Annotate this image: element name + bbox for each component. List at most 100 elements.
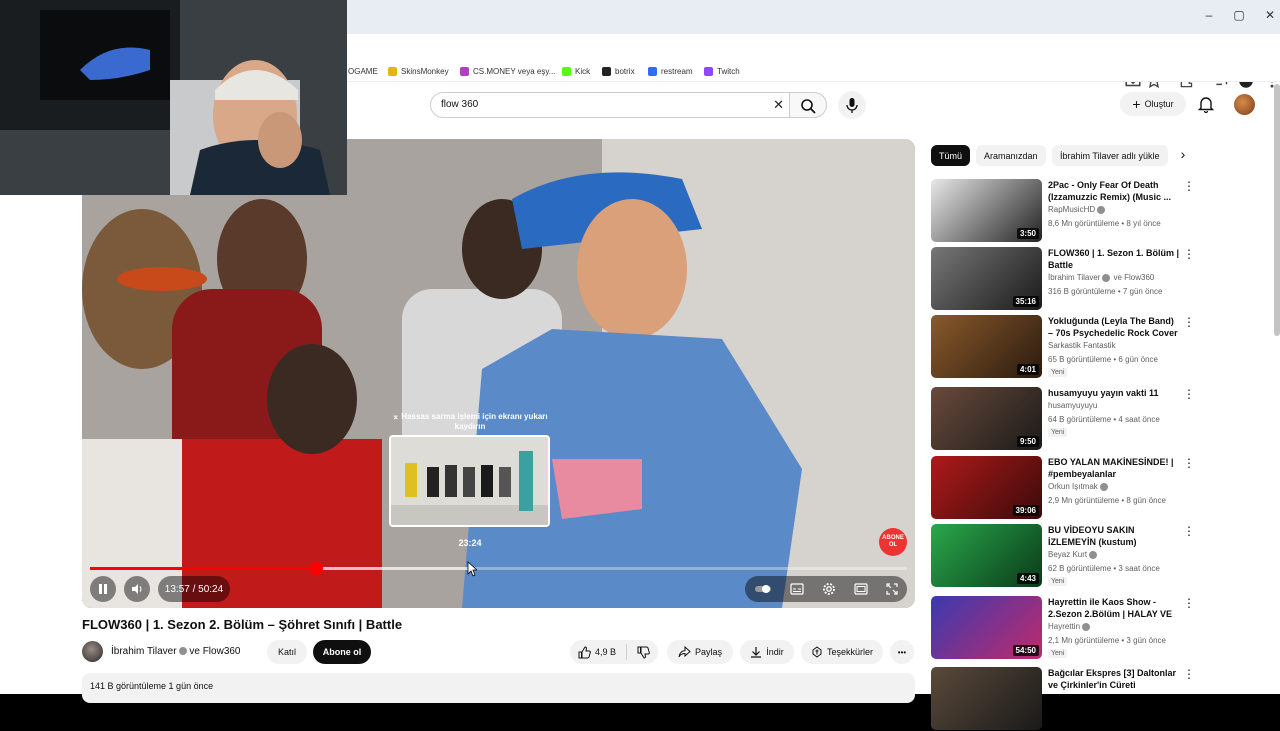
fullscreen-icon[interactable] [886, 583, 898, 595]
voice-search-button[interactable] [838, 91, 866, 119]
verified-icon [178, 647, 187, 656]
autoplay-toggle-icon[interactable] [754, 583, 772, 595]
mute-button[interactable] [124, 576, 150, 602]
recommendation-title[interactable]: Bağcılar Ekspres [3] Daltonlar ve Çirkin… [1048, 667, 1181, 691]
more-actions-button[interactable]: ••• [890, 640, 914, 664]
chevron-right-icon[interactable]: › [1174, 146, 1192, 166]
recommendation-channel[interactable]: İbrahim Tilaver ve Flow360 [1048, 273, 1154, 282]
bookmark-favicon-icon [460, 67, 469, 76]
recommendation-thumbnail[interactable]: 54:50 [931, 596, 1042, 659]
recommendation-thumbnail[interactable]: 9:50 [931, 387, 1042, 450]
recommendation-menu-icon[interactable]: ⋮ [1183, 667, 1195, 681]
channel-avatar[interactable] [82, 641, 103, 662]
recommendation-title[interactable]: Yokluğunda (Leyla The Band) – 70s Psyche… [1048, 315, 1181, 339]
search-box[interactable]: flow 360 ✕ [430, 92, 790, 118]
settings-gear-icon[interactable] [822, 582, 836, 596]
recommendation-item[interactable]: 4:01 Yokluğunda (Leyla The Band) – 70s Ps… [931, 315, 1195, 379]
channel-name[interactable]: İbrahim Tilaver ve Flow360 [111, 646, 241, 657]
recommendation-channel[interactable]: Hayrettin [1048, 622, 1091, 631]
recommendation-title[interactable]: husamyuyu yayın vakti 11 [1048, 387, 1181, 399]
duration-badge: 35:16 [1012, 296, 1039, 307]
bookmark-favicon-icon [602, 67, 611, 76]
recommendation-channel[interactable]: RapMusicHD [1048, 205, 1106, 214]
subscribe-watermark-badge[interactable]: ABONE OL [879, 528, 907, 556]
pause-button[interactable] [90, 576, 116, 602]
chip-from-search[interactable]: Aramanızdan [976, 145, 1046, 166]
recommendation-item[interactable]: 3:50 2Pac - Only Fear Of Death (Izzamuzzi… [931, 179, 1195, 243]
recommendation-item[interactable]: 54:50 Hayrettin ile Kaos Show - 2.Sezon 2… [931, 596, 1195, 660]
recommendation-title[interactable]: BU VİDEOYU SAKIN İZLEMEYİN (kustum) [1048, 524, 1181, 548]
recommendation-menu-icon[interactable]: ⋮ [1183, 315, 1195, 329]
recommendation-menu-icon[interactable]: ⋮ [1183, 179, 1195, 193]
recommendation-thumbnail[interactable]: 3:50 [931, 179, 1042, 242]
progress-played [90, 567, 317, 570]
bookmark-item[interactable]: Twitch [704, 67, 740, 76]
recommendation-item[interactable]: Bağcılar Ekspres [3] Daltonlar ve Çirkin… [931, 667, 1195, 731]
close-window-button[interactable]: ✕ [1256, 8, 1280, 22]
mouse-cursor-icon [467, 561, 477, 577]
chip-all[interactable]: Tümü [931, 145, 971, 166]
thanks-button[interactable]: Teşekkürler [801, 640, 883, 664]
create-button[interactable]: + Oluştur [1120, 92, 1186, 116]
recommendation-thumbnail[interactable]: 4:43 [931, 524, 1042, 587]
bookmark-favicon-icon [562, 67, 571, 76]
download-label: İndir [766, 647, 784, 657]
bookmark-item[interactable]: CS.MONEY veya eşy... [460, 67, 555, 76]
recommendation-menu-icon[interactable]: ⋮ [1183, 456, 1195, 470]
subtitles-icon[interactable] [790, 583, 804, 595]
recommendation-title[interactable]: 2Pac - Only Fear Of Death (Izzamuzzic Re… [1048, 179, 1181, 203]
bookmark-label: botrix [615, 67, 635, 76]
search-button[interactable] [789, 92, 827, 118]
like-button[interactable]: 4,9 B [578, 645, 616, 659]
channel-suffix[interactable]: ve Flow360 [189, 646, 240, 657]
recommendation-item[interactable]: 39:06 EBO YALAN MAKİNESİNDE! | #pembeyala… [931, 456, 1195, 520]
subscribe-button[interactable]: Abone ol [313, 640, 371, 664]
recommendation-menu-icon[interactable]: ⋮ [1183, 387, 1195, 401]
recommendation-title[interactable]: Hayrettin ile Kaos Show - 2.Sezon 2.Bölü… [1048, 596, 1181, 620]
recommendation-menu-icon[interactable]: ⋮ [1183, 524, 1195, 538]
account-avatar[interactable] [1234, 94, 1255, 115]
verified-icon [1082, 622, 1091, 631]
clear-search-icon[interactable]: ✕ [773, 97, 784, 113]
bookmark-item[interactable]: botrix [602, 67, 635, 76]
join-button[interactable]: Katıl [267, 640, 307, 664]
share-button[interactable]: Paylaş [667, 640, 733, 664]
recommendation-item[interactable]: 35:16 FLOW360 | 1. Sezon 1. Bölüm | Battl… [931, 247, 1195, 311]
recommendation-thumbnail[interactable] [931, 667, 1042, 730]
bookmark-item[interactable]: OGAME [348, 67, 378, 76]
recommendation-thumbnail[interactable]: 35:16 [931, 247, 1042, 310]
recommendation-menu-icon[interactable]: ⋮ [1183, 596, 1195, 610]
recommendation-thumbnail[interactable]: 4:01 [931, 315, 1042, 378]
download-button[interactable]: İndir [740, 640, 794, 664]
thumbs-down-icon[interactable] [637, 646, 650, 659]
recommendation-channel-name: husamyuyuyu [1048, 401, 1098, 410]
verified-icon [1099, 482, 1108, 491]
notifications-bell-icon[interactable] [1196, 94, 1216, 114]
webcam-feed [0, 0, 347, 195]
recommendation-channel[interactable]: Sarkastik Fantastik [1048, 341, 1116, 350]
maximize-button[interactable]: ▢ [1225, 8, 1253, 22]
bookmark-item[interactable]: restream [648, 67, 693, 76]
bookmark-item[interactable]: SkinsMonkey [388, 67, 449, 76]
bookmark-favicon-icon [704, 67, 713, 76]
recommendation-item[interactable]: 9:50 husamyuyu yayın vakti 11 husamyuyuyu 6… [931, 387, 1195, 451]
description-box[interactable]: 141 B görüntüleme 1 gün önce [82, 673, 915, 703]
chip-channel-uploads[interactable]: İbrahim Tilaver adlı yükle [1052, 145, 1168, 166]
progress-bar[interactable] [90, 562, 907, 575]
theater-mode-icon[interactable] [854, 583, 868, 595]
recommendation-channel[interactable]: Orkun Işıtmak [1048, 482, 1108, 491]
player-right-controls [745, 576, 907, 602]
duration-badge: 4:43 [1016, 573, 1039, 584]
recommendation-menu-icon[interactable]: ⋮ [1183, 247, 1195, 261]
recommendation-thumbnail[interactable]: 39:06 [931, 456, 1042, 519]
minimize-button[interactable]: – [1195, 8, 1223, 22]
bookmark-item[interactable]: Kick [562, 67, 590, 76]
recommendation-item[interactable]: 4:43 BU VİDEOYU SAKIN İZLEMEYİN (kustum) B… [931, 524, 1195, 588]
recommendation-title[interactable]: EBO YALAN MAKİNESİNDE! | #pembeyalanlar [1048, 456, 1181, 480]
recommendation-title[interactable]: FLOW360 | 1. Sezon 1. Bölüm | Battle [1048, 247, 1181, 271]
recommendation-channel[interactable]: Beyaz Kurt [1048, 550, 1098, 559]
search-input[interactable]: flow 360 [441, 99, 478, 110]
recommendation-channel[interactable]: husamyuyuyu [1048, 401, 1097, 410]
scrollbar[interactable] [1274, 84, 1280, 336]
channel-name-text[interactable]: İbrahim Tilaver [111, 646, 177, 657]
